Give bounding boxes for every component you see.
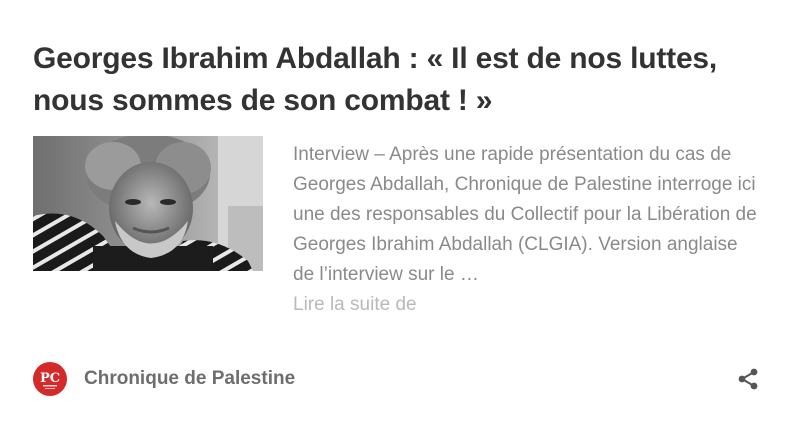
- card-footer: PC Chronique de Palestine: [33, 362, 760, 396]
- portrait-photo: [33, 136, 263, 271]
- article-title: Georges Ibrahim Abdallah : « Il est de n…: [33, 38, 753, 122]
- pc-logo-icon[interactable]: PC: [33, 362, 67, 396]
- source-name-link[interactable]: Chronique de Palestine: [84, 368, 295, 390]
- share-icon[interactable]: [736, 367, 760, 391]
- article-title-link[interactable]: Georges Ibrahim Abdallah : « Il est de n…: [33, 42, 717, 117]
- logo-text: PC: [40, 371, 60, 386]
- article-excerpt: Interview – Après une rapide présentatio…: [293, 140, 763, 320]
- read-more-link[interactable]: Lire la suite de: [293, 290, 763, 320]
- article-card: Georges Ibrahim Abdallah : « Il est de n…: [0, 0, 800, 426]
- article-thumbnail[interactable]: [33, 136, 263, 271]
- article-excerpt-text: Interview – Après une rapide présentatio…: [293, 144, 757, 285]
